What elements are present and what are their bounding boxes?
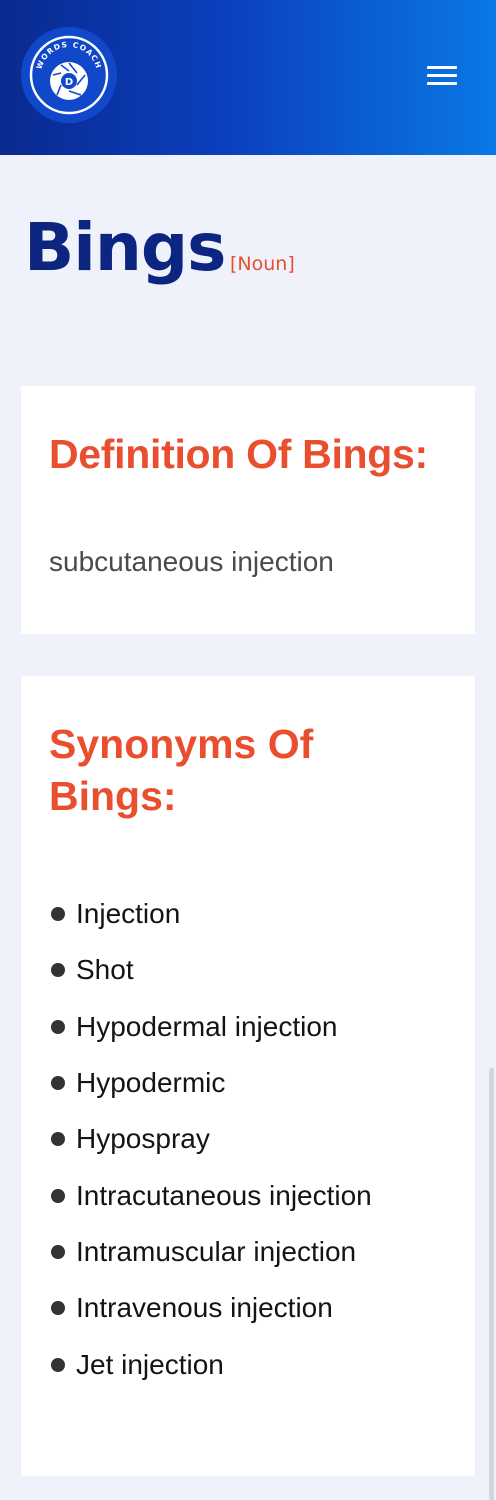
definition-text: subcutaneous injection xyxy=(49,546,334,577)
synonym-item[interactable]: Intravenous injection xyxy=(49,1280,372,1336)
synonym-item[interactable]: Intramuscular injection xyxy=(49,1224,372,1280)
synonym-item[interactable]: Jet injection xyxy=(49,1336,372,1392)
bullet-icon xyxy=(51,1132,65,1147)
synonyms-card: Synonyms Of Bings: Injection Shot Hypode… xyxy=(21,676,475,1476)
definition-heading: Definition Of Bings: xyxy=(49,431,428,477)
svg-text:D: D xyxy=(65,77,73,88)
synonym-item[interactable]: Hypodermal injection xyxy=(49,999,372,1055)
bullet-icon xyxy=(51,963,65,978)
bullet-icon xyxy=(51,1076,65,1091)
site-header: WORDS COACH D xyxy=(0,0,496,155)
synonyms-list: Injection Shot Hypodermal injection Hypo… xyxy=(49,886,372,1393)
synonym-item[interactable]: Shot xyxy=(49,942,372,998)
scrollbar[interactable] xyxy=(489,1068,494,1500)
definition-card: Definition Of Bings: subcutaneous inject… xyxy=(21,386,475,634)
part-of-speech-label: [Noun] xyxy=(230,253,295,275)
bullet-icon xyxy=(51,907,65,922)
bullet-icon xyxy=(51,1301,65,1316)
aperture-logo-icon: WORDS COACH D xyxy=(29,35,109,115)
bullet-icon xyxy=(51,1019,65,1034)
synonym-item[interactable]: Intracutaneous injection xyxy=(49,1167,372,1223)
synonym-item[interactable]: Injection xyxy=(49,886,372,942)
words-coach-logo[interactable]: WORDS COACH D xyxy=(21,27,117,123)
synonyms-heading: Synonyms Of Bings: xyxy=(49,721,314,819)
bullet-icon xyxy=(51,1188,65,1203)
synonym-item[interactable]: Hypospray xyxy=(49,1111,372,1167)
page-title: Bings xyxy=(24,209,226,286)
bullet-icon xyxy=(51,1244,65,1259)
bullet-icon xyxy=(51,1357,65,1372)
hamburger-menu-icon[interactable] xyxy=(420,60,464,92)
synonym-item[interactable]: Hypodermic xyxy=(49,1055,372,1111)
